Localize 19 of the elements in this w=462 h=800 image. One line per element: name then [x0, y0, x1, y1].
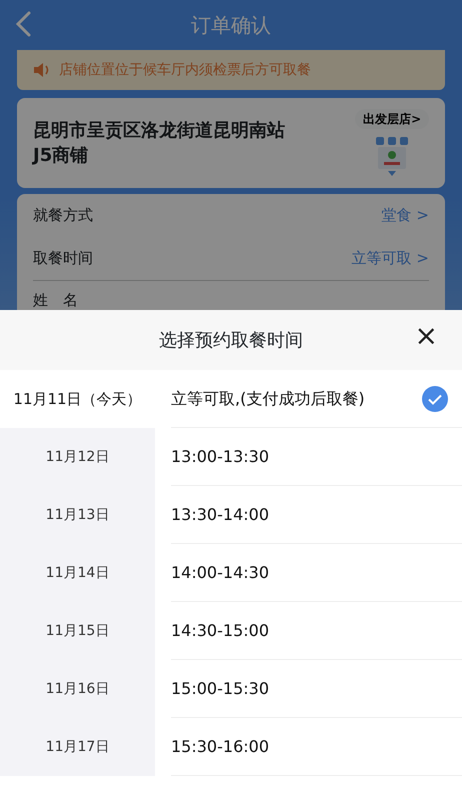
- date-item[interactable]: 11月11日（今天）: [0, 370, 155, 428]
- store-address: 昆明市呈贡区洛龙街道昆明南站J5商铺: [33, 118, 286, 168]
- speaker-icon: [33, 62, 51, 78]
- date-item[interactable]: 11月13日: [0, 486, 155, 544]
- date-item[interactable]: 11月17日: [0, 718, 155, 776]
- date-item[interactable]: 11月16日: [0, 660, 155, 718]
- field-label: 就餐方式: [33, 205, 93, 226]
- page-title: 订单确认: [191, 12, 271, 39]
- date-item[interactable]: 11月15日: [0, 602, 155, 660]
- check-icon: [422, 386, 448, 412]
- notice-text: 店铺位置位于候车厅内须检票后方可取餐: [59, 60, 311, 80]
- date-item[interactable]: 11月14日: [0, 544, 155, 602]
- field-label: 取餐时间: [33, 248, 93, 270]
- store-tag: 出发层店>: [355, 108, 429, 130]
- close-button[interactable]: ×: [410, 322, 442, 350]
- back-button[interactable]: [14, 10, 32, 38]
- sheet-title: 选择预约取餐时间: [159, 328, 303, 352]
- field-label: 姓 名: [33, 290, 78, 311]
- date-item[interactable]: 11月12日: [0, 428, 155, 486]
